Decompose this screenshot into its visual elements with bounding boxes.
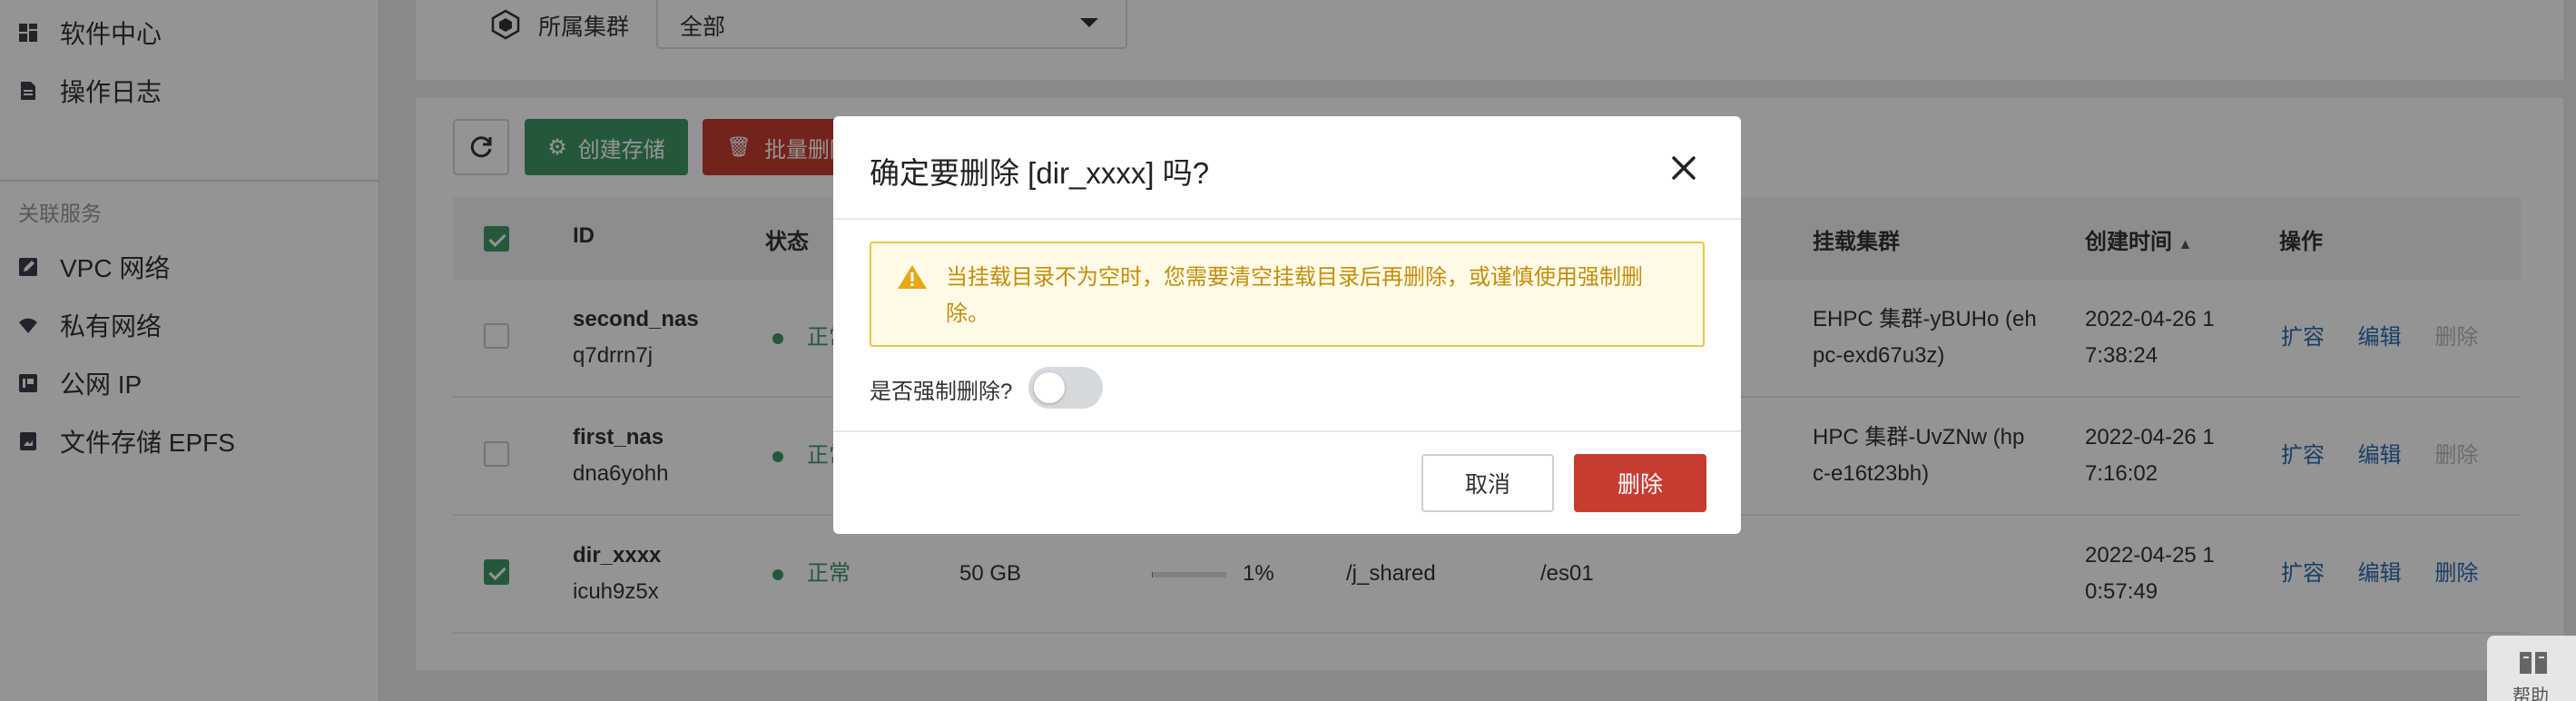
warning-icon [898,265,927,289]
force-delete-label: 是否强制删除? [870,380,1013,404]
dialog-title: 确定要删除 [dir_xxxx] 吗? [870,156,1210,190]
book-icon [2520,652,2547,674]
delete-confirm-dialog: 确定要删除 [dir_xxxx] 吗? 当挂载目录不为空时，您需要清空挂载目录后… [833,116,1741,534]
dialog-footer-divider [833,430,1741,432]
dialog-header-divider [833,218,1741,220]
cancel-button[interactable]: 取消 [1421,454,1554,512]
help-button[interactable]: 帮助 [2487,636,2576,701]
help-label: 帮助 [2512,686,2549,701]
delete-button[interactable]: 删除 [1574,454,1706,512]
warning-alert: 当挂载目录不为空时，您需要清空挂载目录后再删除，或谨慎使用强制删除。 [870,242,1705,347]
close-icon[interactable] [1668,153,1699,183]
toggle-knob [1034,372,1065,403]
force-delete-toggle[interactable] [1028,367,1103,409]
warning-text: 当挂载目录不为空时，您需要清空挂载目录后再删除，或谨慎使用强制删除。 [946,265,1643,326]
